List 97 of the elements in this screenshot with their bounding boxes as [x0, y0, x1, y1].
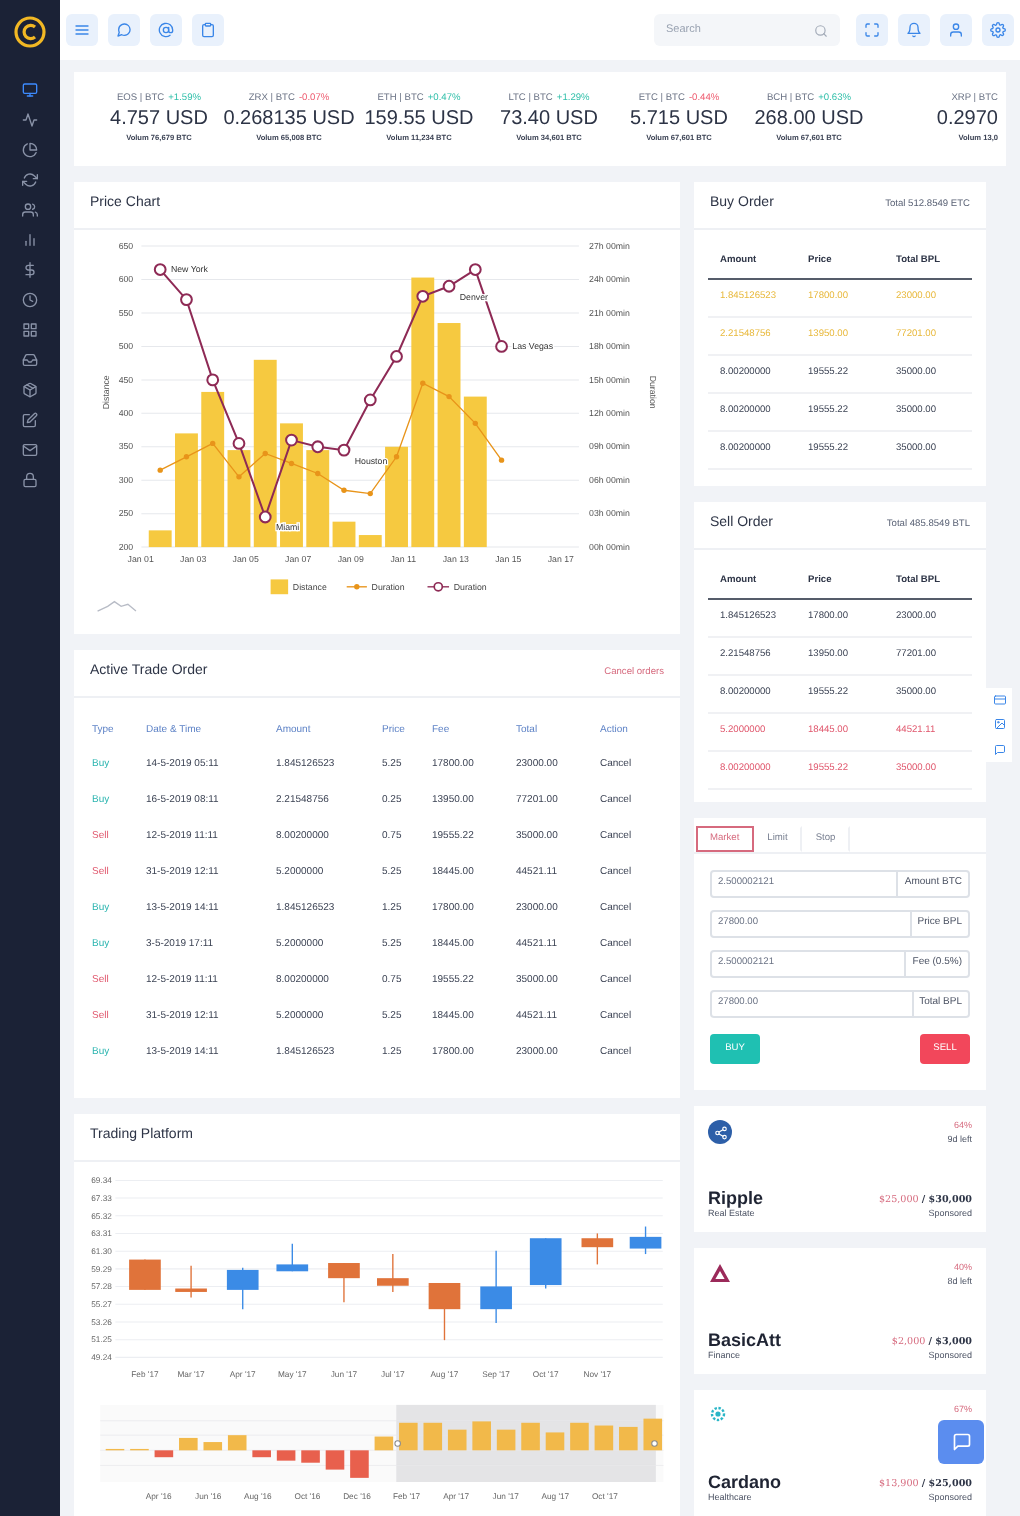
legend-marker [346, 584, 368, 590]
image-icon[interactable] [993, 718, 1005, 731]
coin-name: Cardano [708, 1472, 782, 1493]
refresh-icon[interactable] [22, 172, 38, 188]
candlestick [581, 1232, 614, 1266]
bar [385, 446, 408, 548]
notifications-icon [906, 22, 922, 38]
data-point [236, 474, 242, 480]
profile-icon [948, 22, 964, 38]
data-point [498, 457, 505, 463]
candlestick [428, 1282, 461, 1341]
data-point [315, 470, 321, 477]
users-icon[interactable] [22, 202, 38, 218]
legend-marker [426, 581, 450, 592]
logo-icon [14, 16, 46, 48]
ticker-price: 159.55 USD [364, 106, 474, 134]
data-point [420, 380, 426, 386]
ticker-price: 4.757 USD [110, 106, 208, 134]
data-point [363, 393, 377, 407]
data-point [232, 437, 246, 450]
data-point [337, 443, 351, 457]
chat-button[interactable] [108, 14, 140, 46]
candlestick [328, 1262, 360, 1303]
search-icon [814, 23, 828, 37]
candlestick [377, 1253, 409, 1293]
activity-icon[interactable] [22, 112, 38, 128]
candlestick [629, 1225, 662, 1255]
data-point [183, 454, 190, 460]
menu-icon [74, 22, 90, 38]
bar [175, 433, 198, 548]
data-point [495, 340, 508, 353]
grid-icon[interactable] [22, 322, 38, 338]
bar-chart-icon[interactable] [22, 232, 38, 248]
data-point [416, 289, 430, 303]
share-icon [708, 1120, 732, 1144]
fullscreen-button[interactable] [856, 14, 888, 46]
ticker-price: 0.2970 [936, 106, 998, 134]
settings-icon [990, 22, 1006, 38]
bar [280, 423, 303, 548]
candlestick [129, 1258, 161, 1291]
legend-marker [270, 579, 289, 595]
chat-icon[interactable] [993, 743, 1005, 756]
settings-button[interactable] [982, 14, 1014, 46]
data-point [472, 420, 478, 427]
data-point [390, 350, 403, 363]
dollar-icon[interactable] [22, 262, 38, 278]
data-point [367, 490, 373, 497]
data-point [311, 440, 325, 454]
data-point [468, 263, 482, 276]
inbox-icon[interactable] [22, 352, 38, 368]
notifications-button[interactable] [898, 14, 930, 46]
mini-chart-icon [96, 600, 137, 612]
candlestick [480, 1249, 512, 1324]
ticker-price: 73.40 USD [500, 106, 598, 134]
data-point [153, 263, 167, 276]
lock-icon[interactable] [22, 472, 38, 488]
candlestick [529, 1237, 562, 1290]
data-point [180, 293, 193, 306]
chat-icon [116, 22, 132, 38]
bar [148, 530, 172, 548]
menu-button[interactable] [66, 14, 98, 46]
clock-icon[interactable] [22, 292, 38, 308]
chat-icon [951, 1432, 971, 1452]
clipboard-icon [200, 22, 216, 38]
candlestick [175, 1265, 207, 1299]
clipboard-button[interactable] [192, 14, 224, 46]
data-point [442, 279, 456, 293]
data-point [157, 467, 163, 473]
chat-button[interactable] [938, 1420, 984, 1464]
ticker-price: 268.00 USD [754, 106, 864, 134]
data-point [288, 460, 295, 467]
pie-chart-icon[interactable] [22, 142, 38, 158]
mention-icon [158, 22, 174, 38]
card-icon[interactable] [993, 694, 1005, 707]
data-point [210, 440, 216, 447]
profile-button[interactable] [940, 14, 972, 46]
edit-icon[interactable] [22, 412, 38, 428]
data-point [341, 487, 347, 493]
package-icon[interactable] [22, 382, 38, 398]
candlestick [226, 1267, 259, 1310]
fullscreen-icon [864, 22, 880, 38]
ticker-price: 0.268135 USD [223, 106, 355, 134]
data-point [285, 433, 298, 447]
data-point [393, 454, 400, 460]
candlestick [276, 1243, 309, 1272]
coin-name: Ripple [708, 1188, 764, 1209]
data-point [258, 510, 272, 524]
monitor-icon[interactable] [22, 82, 38, 98]
mention-button[interactable] [150, 14, 182, 46]
gear-icon [708, 1404, 728, 1424]
mail-icon[interactable] [22, 442, 38, 458]
data-point [446, 393, 452, 400]
triangle-icon [708, 1262, 732, 1284]
ticker-price: 5.715 USD [630, 106, 728, 134]
coin-name: BasicAtt [708, 1330, 782, 1351]
data-point [262, 450, 268, 457]
data-point [206, 373, 220, 387]
